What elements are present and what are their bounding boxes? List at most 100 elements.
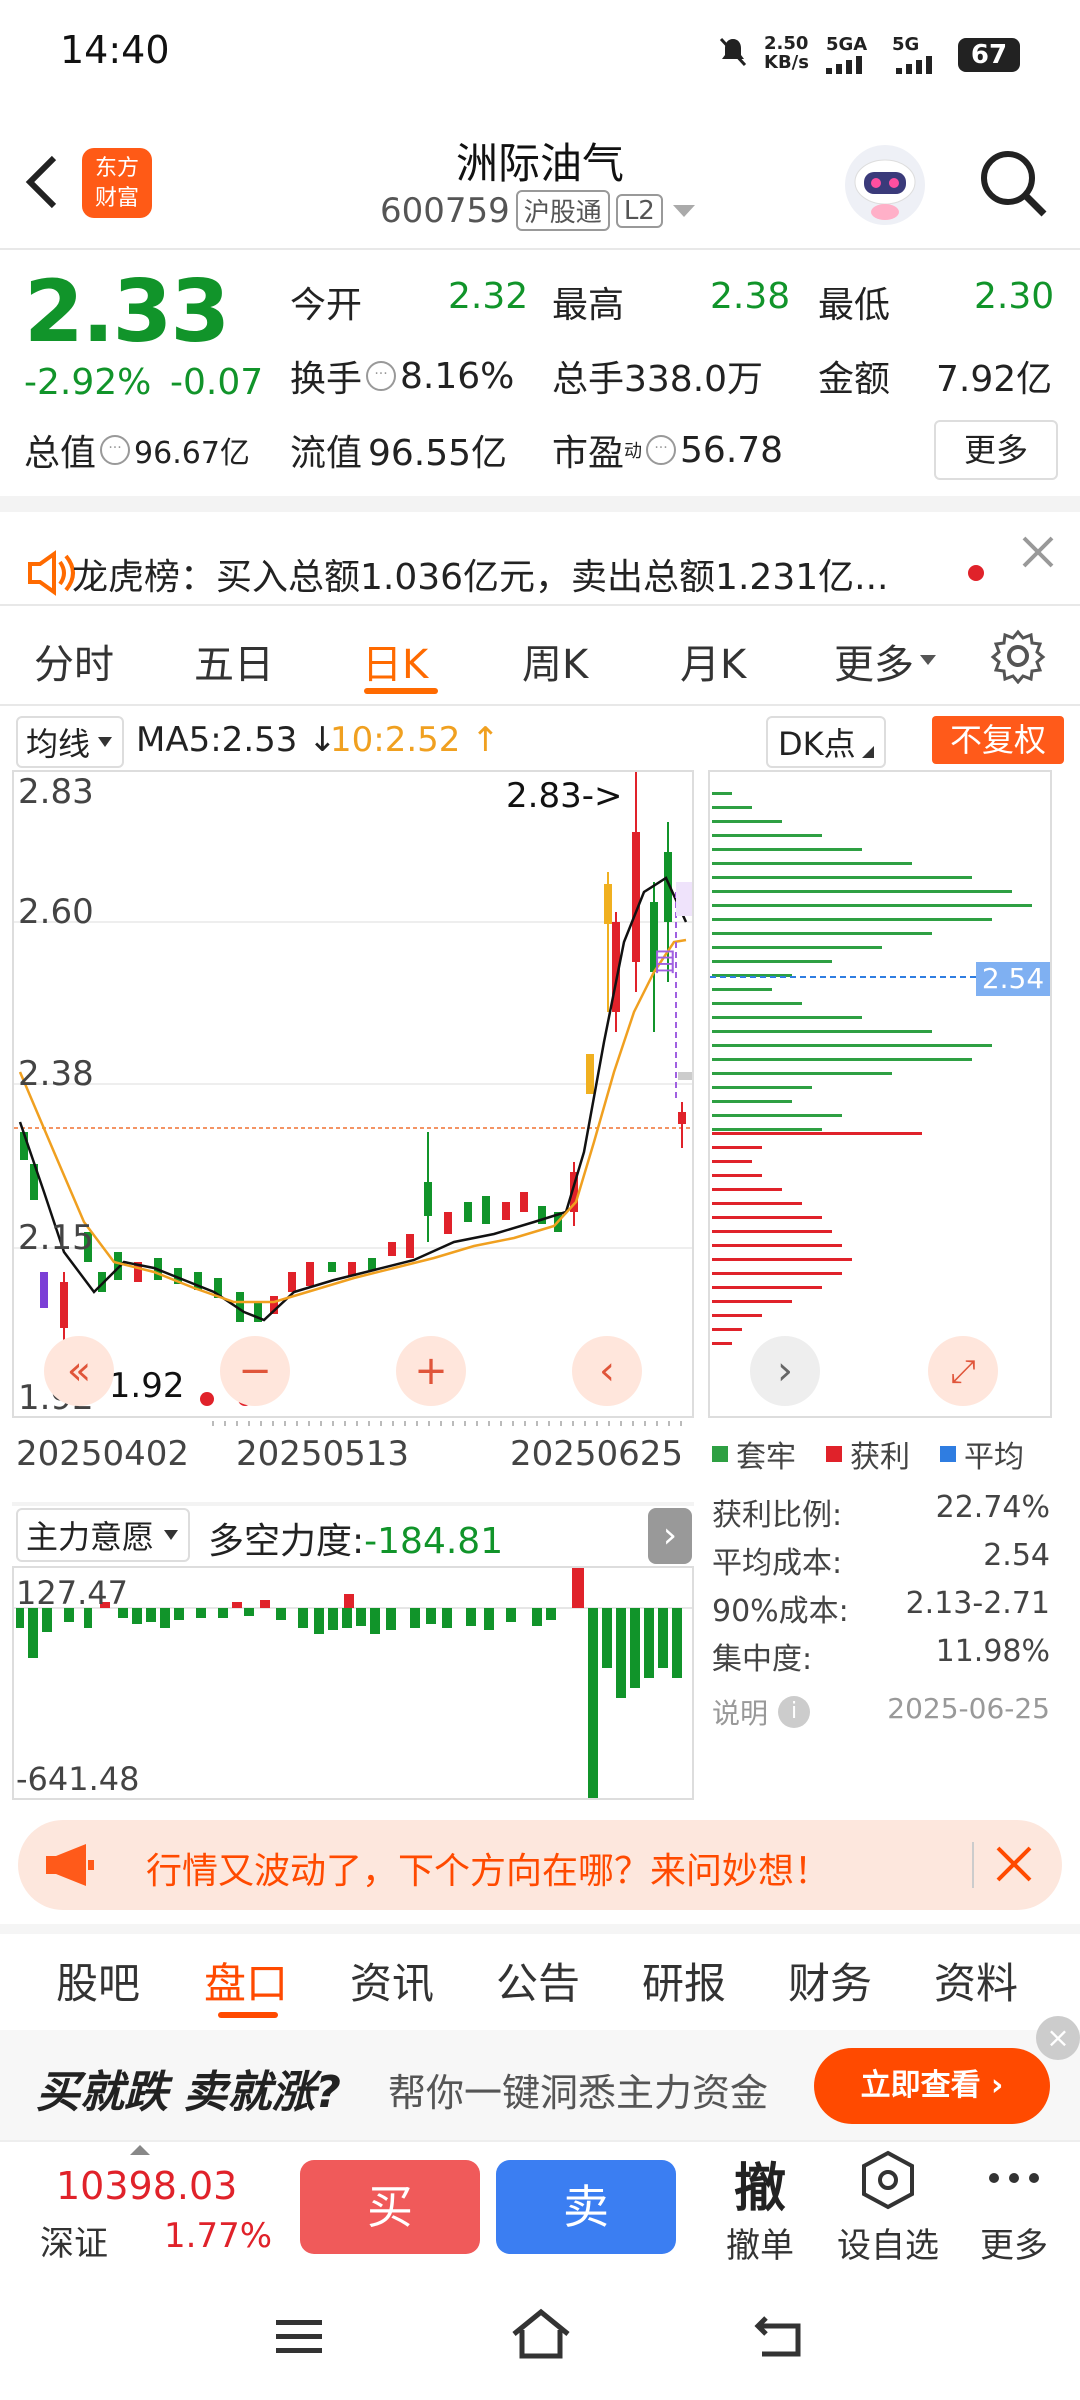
dk-point-button[interactable]: DK点 xyxy=(766,716,886,768)
signal-dot-1 xyxy=(200,1392,214,1406)
btab-profile[interactable]: 资料 xyxy=(934,1950,1018,2011)
close-banner-icon[interactable] xyxy=(994,1844,1034,1884)
index-value[interactable]: 10398.03 xyxy=(56,2164,237,2208)
info-dots-icon-3: ··· xyxy=(646,435,677,465)
btab-research[interactable]: 研报 xyxy=(642,1950,726,2011)
max-marker: 2.83-> xyxy=(506,776,623,816)
kline-chart[interactable]: 2.83 2.60 2.38 2.15 1.92 2.83-> <-1.92 目… xyxy=(12,770,694,1418)
sub-indicator-select[interactable]: 主力意愿 xyxy=(16,1508,191,1562)
chip-note[interactable]: 说明 i xyxy=(712,1692,811,1732)
btab-news[interactable]: 资讯 xyxy=(350,1950,434,2011)
dragon-tiger-notice[interactable]: 龙虎榜：买入总额1.036亿元，卖出总额1.231亿... xyxy=(72,548,962,600)
add-watchlist-label[interactable]: 设自选 xyxy=(832,2218,944,2267)
scroll-left-icon[interactable]: ‹ xyxy=(572,1336,642,1406)
battery-level: 67 xyxy=(970,40,1008,70)
ad-button-label: 立即查看 xyxy=(860,2068,981,2103)
banner-gap xyxy=(0,1924,1080,1934)
btab-announcement[interactable]: 公告 xyxy=(496,1950,580,2011)
cancel-order-label[interactable]: 撤单 xyxy=(716,2218,804,2267)
tab-more[interactable]: 更多 xyxy=(834,632,938,690)
kline-svg xyxy=(14,772,692,1362)
ma5-label: MA5:2.53 ↓ xyxy=(136,720,337,760)
search-icon[interactable] xyxy=(976,146,1050,220)
candles xyxy=(20,772,686,1362)
float-label: 流值 xyxy=(290,433,363,474)
status-time: 14:40 xyxy=(60,28,170,72)
btab-order-book[interactable]: 盘口 xyxy=(204,1950,288,2011)
tab-more-label: 更多 xyxy=(834,642,914,688)
stat-label-avg-cost: 平均成本: xyxy=(712,1546,843,1581)
high-label: 最高 xyxy=(552,285,625,326)
stock-code: 600759 xyxy=(380,190,510,231)
zoom-out-icon[interactable]: − xyxy=(220,1336,290,1406)
tab-monthly-k[interactable]: 月K xyxy=(680,632,746,690)
info-dots-icon-2: ··· xyxy=(100,435,131,465)
change-abs: -0.07 xyxy=(170,362,264,403)
sub-indicator-label: 主力意愿 xyxy=(26,1518,155,1556)
notice-divider xyxy=(0,604,1080,606)
tab-daily-k[interactable]: 日K xyxy=(362,632,428,690)
robot-avatar-icon[interactable] xyxy=(840,140,930,230)
signal-5ga: 5GA xyxy=(826,34,868,55)
volume-value: 338.0万 xyxy=(624,359,764,400)
tab-intraday[interactable]: 分时 xyxy=(34,632,114,690)
more-label[interactable]: 更多 xyxy=(976,2218,1052,2267)
caret-down-icon-2 xyxy=(920,655,936,665)
amount-label: 金额 xyxy=(818,359,891,400)
ma5-value: MA5:2.53 xyxy=(136,720,298,760)
l2-tag: L2 xyxy=(615,193,663,228)
adjust-button[interactable]: 不复权 xyxy=(932,716,1064,764)
gear-icon[interactable] xyxy=(990,628,1046,685)
chevron-right-icon[interactable]: › xyxy=(750,1336,820,1406)
high-value: 2.38 xyxy=(710,276,791,317)
pe-cell[interactable]: 市盈 动 ··· 56.78 xyxy=(552,424,783,476)
turnover-cell[interactable]: 换手 ··· 8.16% xyxy=(290,350,514,402)
amount-value: 7.92亿 xyxy=(936,359,1053,400)
ad-view-button[interactable]: 立即查看 › xyxy=(814,2048,1050,2124)
btab-finance[interactable]: 财务 xyxy=(788,1950,872,2011)
info-icon: i xyxy=(778,1696,811,1728)
cancel-order-icon[interactable]: 撤 xyxy=(720,2146,800,2221)
banner-separator xyxy=(972,1842,974,1888)
mktcap-cell[interactable]: 总值 ··· 96.67亿 xyxy=(24,424,250,476)
close-ad-icon[interactable]: × xyxy=(1036,2016,1080,2060)
unread-dot xyxy=(968,565,984,581)
stock-code-row[interactable]: 600759 沪股通 L2 xyxy=(380,190,699,231)
ai-banner[interactable]: 行情又波动了，下个方向在哪？来问妙想！ xyxy=(18,1820,1062,1910)
date-ticks xyxy=(12,1416,694,1430)
float-value: 96.55亿 xyxy=(368,433,508,474)
indicator-select[interactable]: 均线 xyxy=(16,716,125,768)
menu-icon[interactable] xyxy=(274,2316,324,2356)
chevron-right-icon-2[interactable]: › xyxy=(648,1508,692,1564)
btab-forum[interactable]: 股吧 xyxy=(56,1950,140,2011)
signal-bars-icon-2 xyxy=(892,54,942,78)
banner-text: 行情又波动了，下个方向在哪？来问妙想！ xyxy=(146,1851,831,1892)
legend-swatch-profit xyxy=(826,1446,842,1462)
hexagon-icon[interactable] xyxy=(860,2150,916,2210)
caret-down-icon xyxy=(672,204,695,217)
more-quote-button[interactable]: 更多 xyxy=(934,420,1058,480)
sub-metric-value: -184.81 xyxy=(364,1521,504,1562)
expand-icon[interactable]: ⤢ xyxy=(928,1336,998,1406)
header-divider xyxy=(0,248,1080,250)
mktcap-value: 96.67亿 xyxy=(134,436,250,471)
close-notice-icon[interactable] xyxy=(1018,532,1058,572)
turnover-value: 8.16% xyxy=(400,355,515,397)
indicator-label: 均线 xyxy=(26,725,91,763)
back-icon[interactable] xyxy=(754,2314,804,2358)
scroll-left-double-icon[interactable]: « xyxy=(44,1336,114,1406)
stat-value-90-cost: 2.13-2.71 xyxy=(905,1586,1050,1621)
sell-button[interactable]: 卖 xyxy=(496,2160,676,2254)
tab-five-day[interactable]: 五日 xyxy=(194,632,274,690)
buy-button[interactable]: 买 xyxy=(300,2160,480,2254)
expand-up-icon[interactable] xyxy=(130,2140,150,2155)
current-price: 2.33 xyxy=(24,262,230,362)
ad-banner[interactable]: 买就跌 卖就涨? 帮你一键洞悉主力资金 立即查看 › × xyxy=(0,2016,1080,2140)
zoom-in-icon[interactable]: + xyxy=(396,1336,466,1406)
chip-distribution-chart[interactable]: 2.54 › ⤢ xyxy=(708,770,1052,1418)
home-icon[interactable] xyxy=(510,2308,572,2360)
tab-weekly-k[interactable]: 周K xyxy=(522,632,588,690)
stat-value-profit-ratio: 22.74% xyxy=(935,1490,1050,1525)
stat-value-concentration: 11.98% xyxy=(935,1634,1050,1669)
more-dots-icon[interactable] xyxy=(986,2168,1042,2188)
